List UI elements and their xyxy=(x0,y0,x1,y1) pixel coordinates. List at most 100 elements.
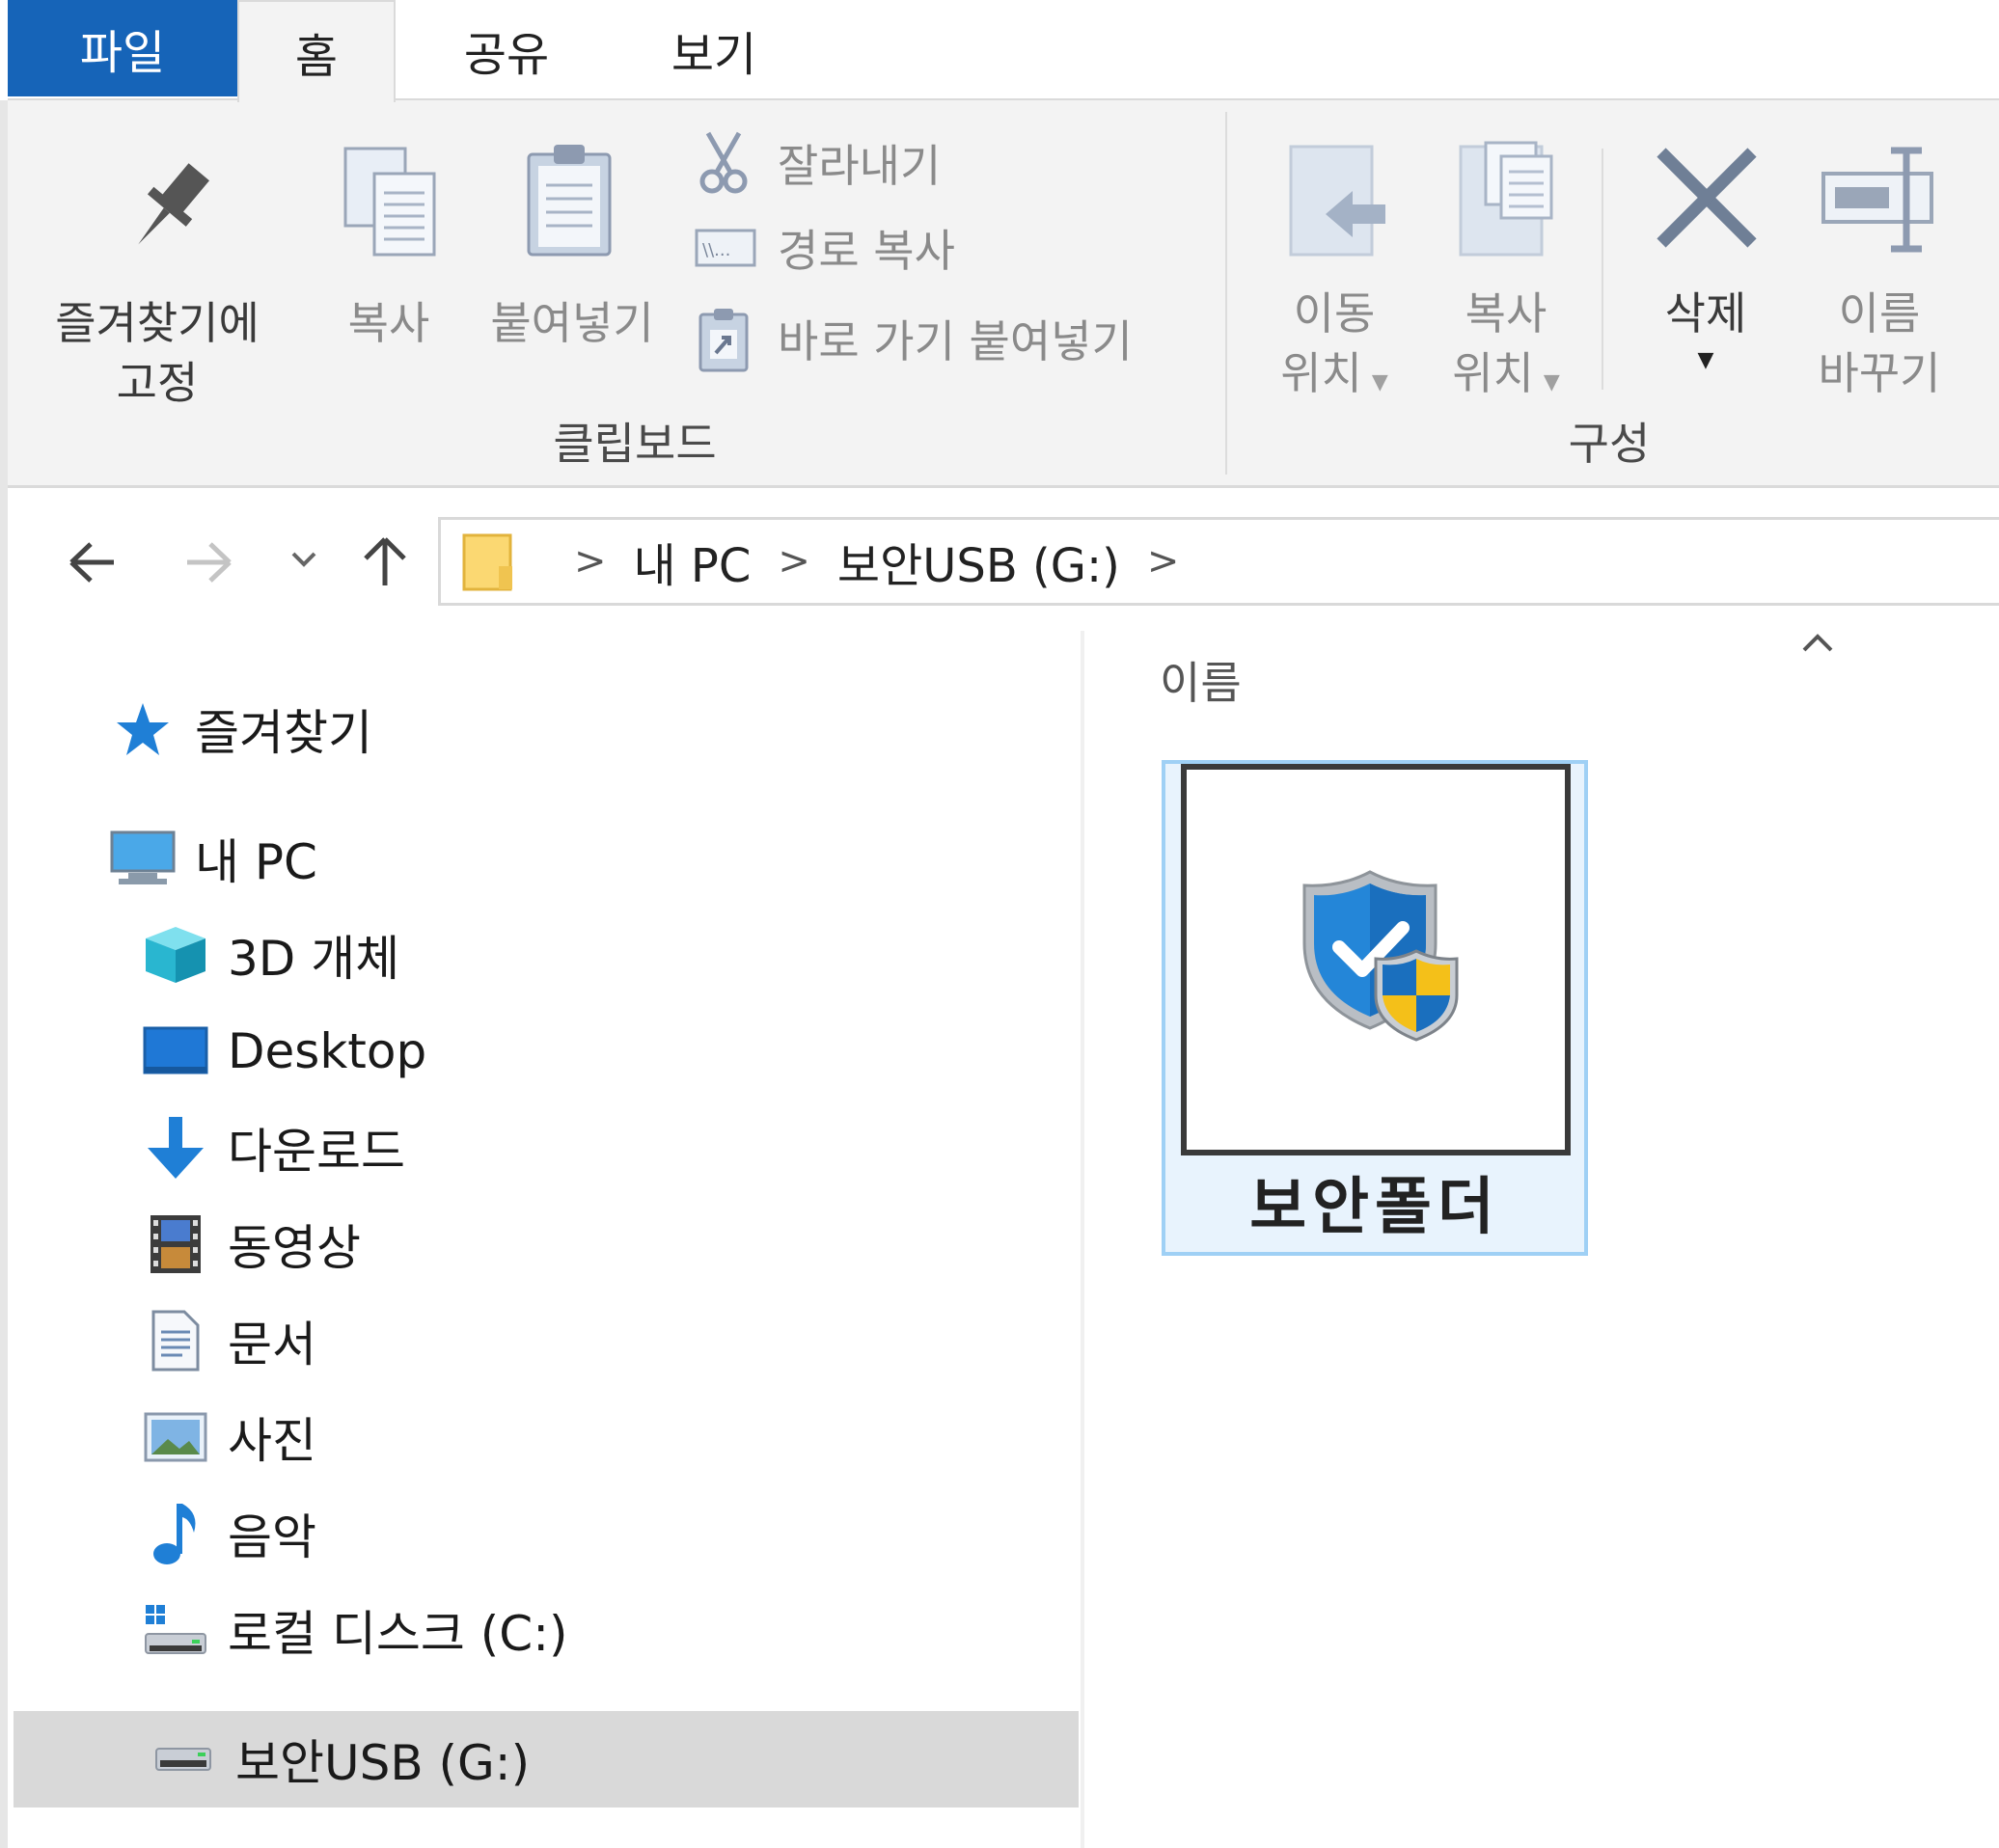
picture-icon xyxy=(141,1402,210,1472)
window-left-edge xyxy=(0,0,8,1848)
pin-label-line2: 고정 xyxy=(116,357,199,409)
security-shield-icon xyxy=(1302,870,1459,1042)
nav-item-label: 로컬 디스크 (C:) xyxy=(228,1606,568,1662)
tab-share[interactable]: 공유 xyxy=(415,0,598,100)
nav-item-label: 동영상 xyxy=(228,1220,361,1276)
delete-label: 삭제 xyxy=(1664,287,1747,340)
clipboard-icon xyxy=(527,145,612,257)
nav-item-label: 음악 xyxy=(228,1509,316,1565)
paste-label: 붙여넣기 xyxy=(490,297,654,349)
nav-item-label: 사진 xyxy=(228,1413,316,1469)
paste-button[interactable]: 붙여넣기 xyxy=(471,139,673,390)
local-disk-icon xyxy=(141,1595,210,1665)
up-button[interactable] xyxy=(349,525,421,598)
item-label: 보안폴더 xyxy=(1249,1172,1500,1243)
3d-objects-icon xyxy=(141,920,210,990)
breadcrumb-separator[interactable]: > xyxy=(574,539,607,584)
copy-icon xyxy=(343,147,436,257)
recent-locations-button[interactable] xyxy=(280,540,328,579)
move-to-label-line1: 이동 xyxy=(1293,287,1376,340)
copy-to-icon xyxy=(1459,141,1553,257)
chevron-down-icon: ▼ xyxy=(1371,370,1388,394)
desktop-icon xyxy=(141,1017,210,1086)
ribbon-inner-separator xyxy=(1602,149,1603,390)
paste-shortcut-label: 바로 가기 붙여넣기 xyxy=(778,315,1133,367)
pin-label-line1: 즐겨찾기에 xyxy=(55,297,260,349)
copy-to-label-line2: 위치 ▼ xyxy=(1452,347,1560,399)
nav-item-pictures[interactable]: 사진 xyxy=(141,1389,316,1485)
nav-item-label: Desktop xyxy=(228,1023,427,1079)
video-icon xyxy=(141,1209,210,1279)
organize-group-label: 구성 xyxy=(1568,418,1651,470)
nav-item-secure-usb-g[interactable]: 보안USB (G:) xyxy=(14,1711,1079,1807)
move-to-button[interactable]: 이동 위치 ▼ xyxy=(1252,139,1416,428)
sort-ascending-icon[interactable] xyxy=(1800,623,1835,663)
copy-to-button[interactable]: 복사 위치 ▼ xyxy=(1424,139,1588,428)
computer-icon xyxy=(108,824,178,893)
chevron-down-icon xyxy=(291,552,316,567)
nav-item-label: 내 PC xyxy=(195,834,317,890)
rename-button[interactable]: 이름 바꾸기 xyxy=(1793,139,1966,428)
paste-shortcut-icon xyxy=(698,309,749,372)
folder-icon xyxy=(462,533,512,591)
nav-item-videos[interactable]: 동영상 xyxy=(141,1196,361,1292)
forward-button[interactable] xyxy=(170,529,247,596)
copy-button[interactable]: 복사 xyxy=(316,139,461,390)
nav-item-3d-objects[interactable]: 3D 개체 xyxy=(141,907,399,1003)
copy-to-label-line1: 복사 xyxy=(1465,287,1547,340)
nav-item-downloads[interactable]: 다운로드 xyxy=(141,1100,405,1196)
pane-divider[interactable] xyxy=(1081,631,1084,1848)
star-icon xyxy=(108,694,178,764)
move-to-icon xyxy=(1289,145,1385,257)
arrow-up-icon xyxy=(364,537,406,585)
pin-to-quick-access-button[interactable]: 즐겨찾기에 고정 xyxy=(37,139,278,448)
column-header-name[interactable]: 이름 xyxy=(1160,648,1242,712)
ribbon-group-separator xyxy=(1225,112,1227,475)
chevron-down-icon: ▼ xyxy=(1697,348,1714,372)
breadcrumb-this-pc[interactable]: 내 PC xyxy=(634,528,752,595)
address-bar[interactable]: > 내 PC > 보안USB (G:) > xyxy=(438,517,1999,606)
breadcrumb-secure-usb[interactable]: 보안USB (G:) xyxy=(837,528,1120,595)
nav-item-label: 즐겨찾기 xyxy=(195,705,372,761)
nav-item-desktop[interactable]: Desktop xyxy=(141,1003,426,1100)
rename-label-line1: 이름 xyxy=(1838,287,1921,340)
pin-icon xyxy=(138,163,210,245)
copy-path-button[interactable]: \\... 경로 복사 xyxy=(695,216,955,280)
copy-label: 복사 xyxy=(347,297,430,349)
clipboard-group-label: 클립보드 xyxy=(553,418,717,470)
nav-item-label: 다운로드 xyxy=(228,1124,405,1180)
tab-view[interactable]: 보기 xyxy=(617,0,810,100)
paste-shortcut-button[interactable]: 바로 가기 붙여넣기 xyxy=(695,305,1133,372)
back-button[interactable] xyxy=(54,529,131,596)
navigation-pane: 즐겨찾기 내 PC 3D 개체 Desktop 다운로드 동영상 문서 사진 음… xyxy=(8,631,1081,1848)
breadcrumb-separator[interactable]: > xyxy=(1147,539,1180,584)
move-to-label-line2: 위치 ▼ xyxy=(1280,347,1388,399)
scissors-icon xyxy=(699,131,748,194)
chevron-down-icon: ▼ xyxy=(1543,370,1560,394)
nav-item-this-pc[interactable]: 내 PC xyxy=(108,810,317,907)
tab-home[interactable]: 홈 xyxy=(237,0,396,102)
ribbon-tab-bar: 파일 홈 공유 보기 xyxy=(0,0,1999,102)
download-icon xyxy=(141,1113,210,1182)
arrow-left-icon xyxy=(69,542,114,583)
nav-item-music[interactable]: 음악 xyxy=(141,1485,316,1582)
nav-item-local-disk-c[interactable]: 로컬 디스크 (C:) xyxy=(141,1582,568,1678)
nav-item-label: 보안USB (G:) xyxy=(235,1735,531,1791)
arrow-right-icon xyxy=(187,542,232,583)
rename-label-line2: 바꾸기 xyxy=(1818,347,1941,399)
cut-label: 잘라내기 xyxy=(778,140,942,192)
delete-button[interactable]: 삭제 ▼ xyxy=(1629,139,1783,428)
tab-file[interactable]: 파일 xyxy=(8,0,237,96)
copy-path-icon: \\... xyxy=(695,229,756,267)
nav-item-documents[interactable]: 문서 xyxy=(141,1292,316,1389)
nav-item-label: 3D 개체 xyxy=(228,931,400,987)
ribbon-panel: 즐겨찾기에 고정 복사 붙여넣기 잘라내기 \\... 경로 복사 바로 가기 … xyxy=(8,98,1999,488)
copy-path-label: 경로 복사 xyxy=(778,225,955,277)
breadcrumb-separator[interactable]: > xyxy=(778,539,810,584)
svg-text:\\...: \\... xyxy=(702,240,730,260)
cut-button[interactable]: 잘라내기 xyxy=(695,129,941,197)
delete-x-icon xyxy=(1657,148,1757,248)
item-thumbnail xyxy=(1181,764,1571,1155)
music-icon xyxy=(141,1499,210,1568)
nav-item-quick-access[interactable]: 즐겨찾기 xyxy=(108,681,372,777)
